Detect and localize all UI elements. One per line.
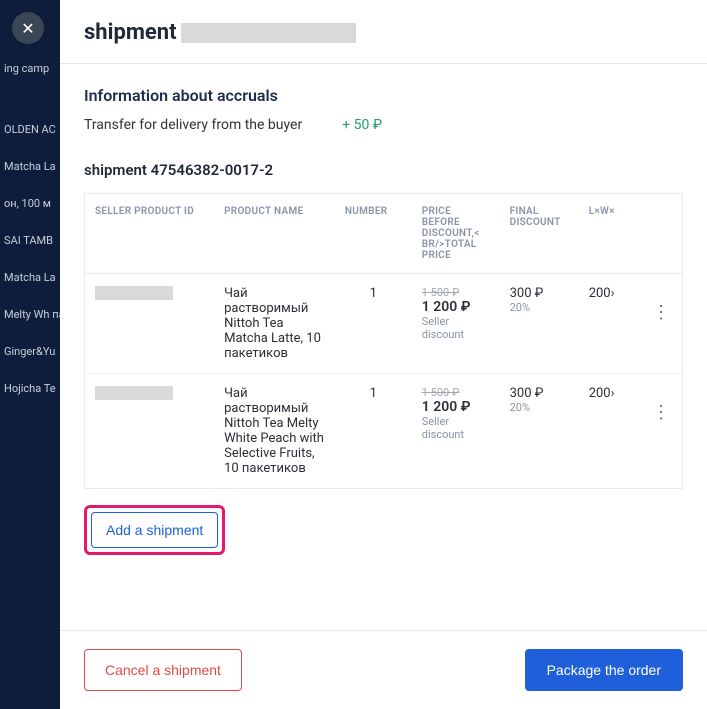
price-sub: Seller discount bbox=[422, 415, 490, 441]
disc-pct: 20% bbox=[510, 301, 569, 314]
panel-body: Information about accruals Transfer for … bbox=[60, 64, 707, 630]
close-button[interactable]: ✕ bbox=[12, 12, 44, 44]
cell-price: 1 500 ₽ 1 200 ₽ Seller discount bbox=[412, 274, 500, 374]
package-order-button[interactable]: Package the order bbox=[525, 649, 683, 691]
accruals-title: Information about accruals bbox=[84, 86, 683, 105]
price-main: 1 200 ₽ bbox=[422, 399, 490, 415]
disc-pct: 20% bbox=[510, 401, 569, 414]
table-row: Чай растворимый Nittoh Tea Melty White P… bbox=[85, 374, 683, 489]
col-number: NUMBER bbox=[335, 194, 412, 274]
add-shipment-highlight: Add a shipment bbox=[84, 505, 225, 555]
cell-lwx: 200› bbox=[579, 374, 641, 489]
cell-discount: 300 ₽ 20% bbox=[500, 374, 579, 489]
bg-item bbox=[0, 87, 60, 111]
cell-qty: 1 bbox=[335, 274, 412, 374]
row-menu-button[interactable]: ⋮ bbox=[650, 286, 672, 322]
cell-product-name: Чай растворимый Nittoh Tea Matcha Latte,… bbox=[214, 274, 335, 374]
background-list: ing camp OLDEN AC Matcha La oн, 100 м SA… bbox=[0, 0, 60, 709]
accrual-label: Transfer for delivery from the buyer bbox=[84, 117, 302, 133]
bg-item: Melty Wh пакетико bbox=[0, 296, 60, 333]
disc-amount: 300 ₽ bbox=[510, 286, 569, 301]
add-shipment-button[interactable]: Add a shipment bbox=[91, 512, 218, 548]
bg-item: SAI TAMB bbox=[0, 222, 60, 259]
shipment-table: SELLER PRODUCT ID PRODUCT NAME NUMBER PR… bbox=[84, 193, 683, 489]
table-row: Чай растворимый Nittoh Tea Matcha Latte,… bbox=[85, 274, 683, 374]
bg-item: Hojicha Te bbox=[0, 370, 60, 407]
cell-product-name: Чай растворимый Nittoh Tea Melty White P… bbox=[214, 374, 335, 489]
bg-item: Ginger&Yu bbox=[0, 333, 60, 370]
accrual-row: Transfer for delivery from the buyer + 5… bbox=[84, 117, 683, 133]
price-sub: Seller discount bbox=[422, 315, 490, 341]
col-lwx: L×W× bbox=[579, 194, 641, 274]
cell-price: 1 500 ₽ 1 200 ₽ Seller discount bbox=[412, 374, 500, 489]
panel-footer: Cancel a shipment Package the order bbox=[60, 630, 707, 709]
bg-item: oн, 100 м bbox=[0, 185, 60, 222]
col-product-name: PRODUCT NAME bbox=[214, 194, 335, 274]
row-menu-button[interactable]: ⋮ bbox=[650, 386, 672, 422]
redacted-seller-id bbox=[95, 286, 173, 300]
bg-item: Matcha La bbox=[0, 259, 60, 296]
close-icon: ✕ bbox=[21, 19, 34, 38]
cell-discount: 300 ₽ 20% bbox=[500, 274, 579, 374]
bg-item: OLDEN AC bbox=[0, 111, 60, 148]
col-price: PRICE BEFORE DISCOUNT,< BR/>TOTAL PRICE bbox=[412, 194, 500, 274]
accrual-value: + 50 ₽ bbox=[342, 117, 382, 133]
page-title: shipment bbox=[84, 20, 177, 45]
cell-qty: 1 bbox=[335, 374, 412, 489]
col-seller-id: SELLER PRODUCT ID bbox=[85, 194, 215, 274]
disc-amount: 300 ₽ bbox=[510, 386, 569, 401]
price-strike: 1 500 ₽ bbox=[422, 286, 490, 299]
bg-item: Matcha La bbox=[0, 148, 60, 185]
bg-item: ing camp bbox=[0, 50, 60, 87]
redacted-id bbox=[181, 23, 356, 43]
cancel-shipment-button[interactable]: Cancel a shipment bbox=[84, 649, 242, 691]
shipment-panel: shipment Information about accruals Tran… bbox=[60, 0, 707, 709]
price-main: 1 200 ₽ bbox=[422, 299, 490, 315]
col-discount: FINAL DISCOUNT bbox=[500, 194, 579, 274]
panel-header: shipment bbox=[60, 0, 707, 64]
price-strike: 1 500 ₽ bbox=[422, 386, 490, 399]
shipment-title: shipment 47546382-0017-2 bbox=[84, 161, 683, 179]
cell-lwx: 200› bbox=[579, 274, 641, 374]
redacted-seller-id bbox=[95, 386, 173, 400]
